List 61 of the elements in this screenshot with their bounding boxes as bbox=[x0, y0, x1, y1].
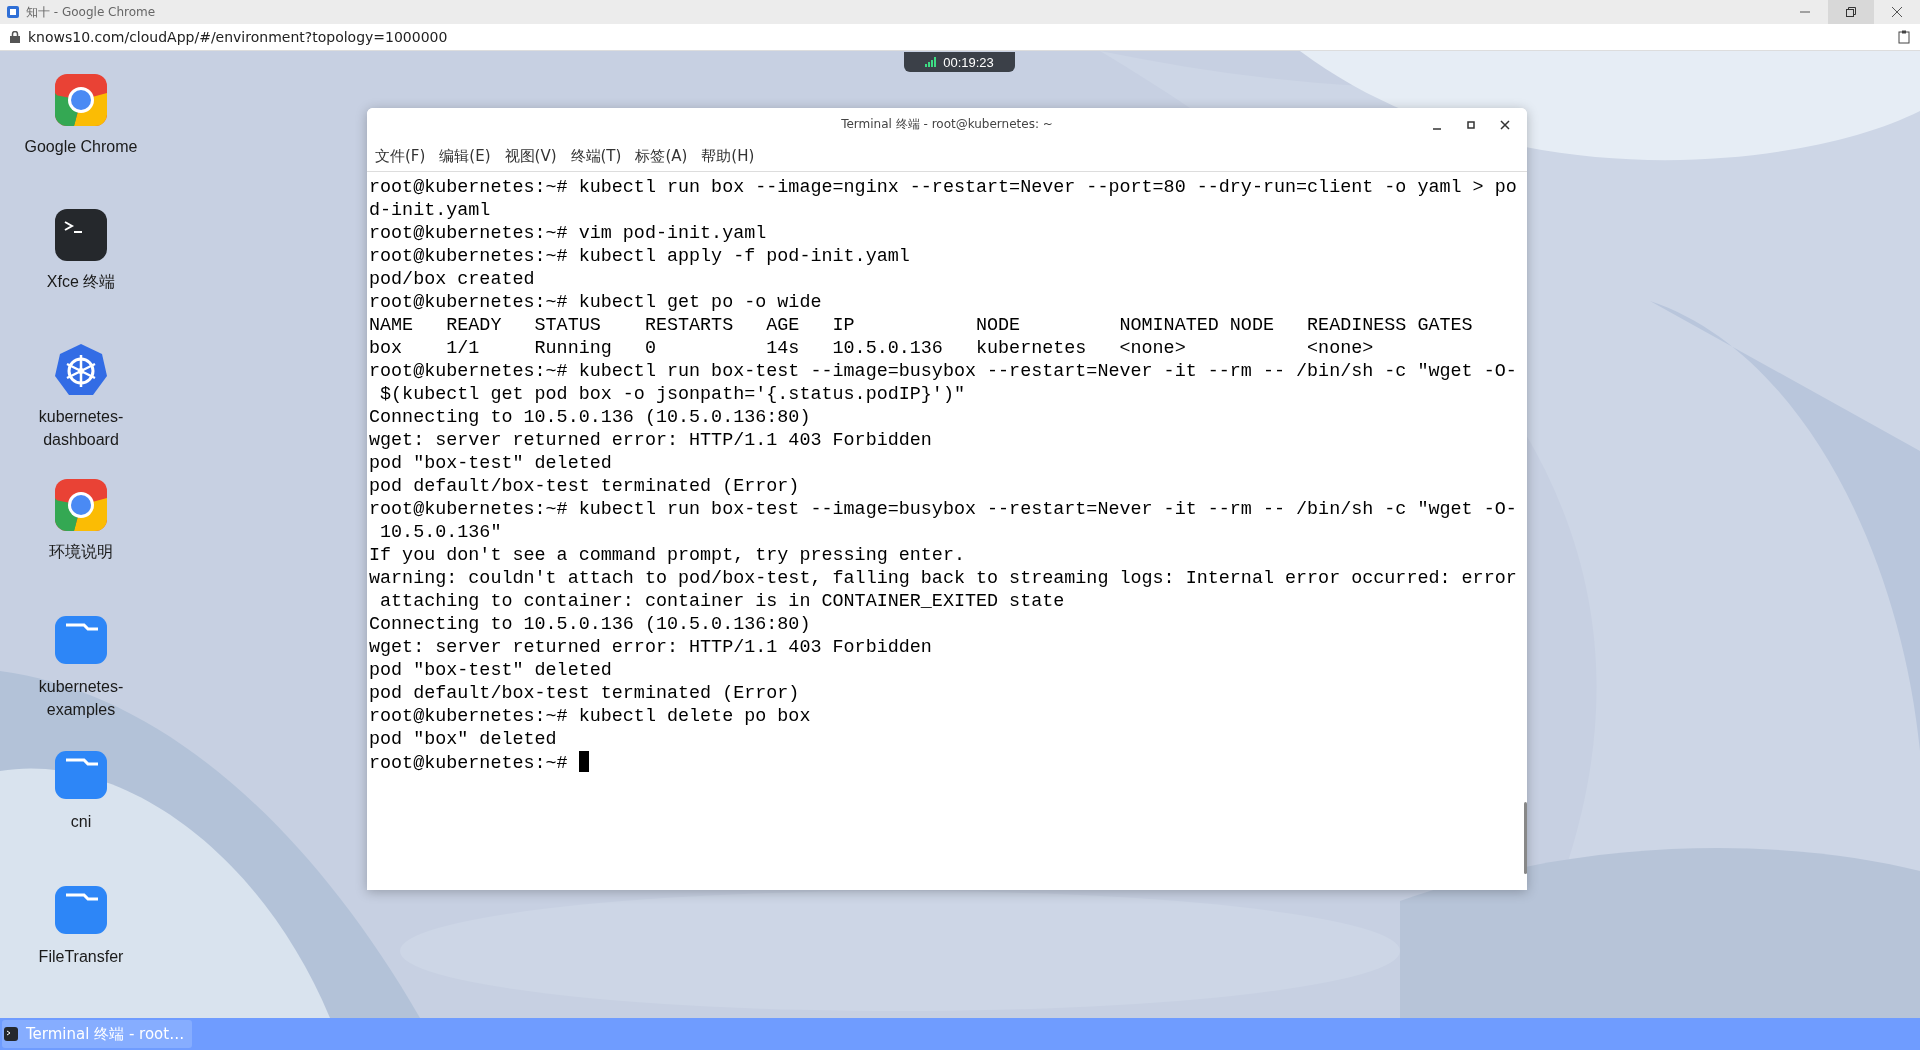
terminal-line: Connecting to 10.5.0.136 (10.5.0.136:80) bbox=[369, 614, 811, 635]
browser-icon[interactable] bbox=[54, 73, 108, 127]
terminal-line: warning: couldn't attach to pod/box-test, falling back to streaming logs: Internal error occurred: error bbox=[369, 568, 1517, 589]
menu-item[interactable]: 标签(A) bbox=[635, 146, 688, 166]
terminal-line: d-init.yaml bbox=[369, 200, 491, 221]
terminal-icon[interactable] bbox=[54, 208, 108, 262]
terminal-line: root@kubernetes:~# kubectl run box-test --image=busybox --restart=Never -it --rm -- /bin/sh -c "wget -O- bbox=[369, 499, 1517, 520]
site-icon bbox=[6, 5, 20, 19]
terminal-line: attaching to container: container is in CONTAINER_EXITED state bbox=[379, 591, 1065, 612]
folder-icon[interactable] bbox=[54, 748, 108, 802]
window-title: Terminal 终端 - root@kubernetes: ~ bbox=[841, 116, 1053, 133]
terminal-line: wget: server returned error: HTTP/1.1 403 Forbidden bbox=[369, 430, 932, 451]
folder-icon[interactable] bbox=[54, 613, 108, 667]
scrollbar-thumb[interactable] bbox=[1523, 802, 1527, 874]
menu-item[interactable]: 帮助(H) bbox=[701, 146, 755, 166]
icon-label[interactable]: 环境说明 bbox=[16, 540, 146, 563]
terminal-line: box 1/1 Running 0 14s 10.5.0.136 kubernetes <none> <none> bbox=[369, 338, 1374, 359]
menu-item[interactable]: 文件(F) bbox=[375, 146, 426, 166]
browser-title: 知十 - Google Chrome bbox=[26, 3, 157, 21]
minimize-icon bbox=[1432, 128, 1442, 130]
signal-icon bbox=[925, 57, 938, 67]
terminal-line: root@kubernetes:~# kubectl run box-test --image=busybox --restart=Never -it --rm -- /bin/sh -c "wget -O- bbox=[369, 361, 1517, 382]
terminal-line: pod "box-test" deleted bbox=[369, 453, 612, 474]
terminal-line: 10.5.0.136" bbox=[379, 522, 502, 543]
terminal-line: wget: server returned error: HTTP/1.1 403 Forbidden bbox=[369, 637, 932, 658]
timer-text: 00:19:23 bbox=[943, 54, 994, 70]
menu-item[interactable]: 视图(V) bbox=[504, 146, 557, 166]
terminal-line: root@kubernetes:~# bbox=[369, 753, 568, 774]
icon-label[interactable]: Google Chrome bbox=[16, 135, 146, 158]
folder-icon[interactable] bbox=[54, 883, 108, 937]
helm-wheel-icon[interactable] bbox=[54, 343, 108, 397]
terminal-icon bbox=[4, 1027, 18, 1041]
terminal-line: pod "box" deleted bbox=[369, 729, 557, 750]
terminal-line: pod/box created bbox=[369, 269, 535, 290]
menu-item[interactable]: 编辑(E) bbox=[439, 146, 491, 166]
close-icon bbox=[1892, 7, 1902, 17]
terminal-line: pod default/box-test terminated (Error) bbox=[369, 476, 800, 497]
lock-icon bbox=[10, 31, 20, 43]
terminal-line: root@kubernetes:~# kubectl run box --image=nginx --restart=Never --port=80 --dry-run=client -o yaml > po bbox=[369, 177, 1517, 198]
restore-button[interactable] bbox=[1828, 0, 1874, 24]
close-icon bbox=[1500, 120, 1510, 130]
icon-label[interactable]: FileTransfer bbox=[16, 945, 146, 968]
terminal-line: $(kubectl get pod box -o jsonpath='{.status.podIP}')" bbox=[379, 384, 965, 405]
restore-icon bbox=[1846, 7, 1856, 17]
terminal-line: Connecting to 10.5.0.136 (10.5.0.136:80) bbox=[369, 407, 811, 428]
icon-label[interactable]: kubernetes-examples bbox=[16, 675, 146, 721]
terminal-line: root@kubernetes:~# kubectl get po -o wide bbox=[369, 292, 822, 313]
icon-label[interactable]: cni bbox=[16, 810, 146, 833]
terminal-line: NAME READY STATUS RESTARTS AGE IP NODE NOMINATED NODE READINESS GATES bbox=[369, 315, 1473, 336]
terminal-line: pod "box-test" deleted bbox=[369, 660, 612, 681]
icon-label[interactable]: Xfce 终端 bbox=[16, 270, 146, 293]
menu-item[interactable]: 终端(T) bbox=[570, 146, 622, 166]
maximize-icon bbox=[1466, 120, 1476, 130]
clipboard-icon[interactable] bbox=[1898, 30, 1910, 44]
terminal-line: If you don't see a command prompt, try pressing enter. bbox=[369, 545, 965, 566]
terminal-line: root@kubernetes:~# vim pod-init.yaml bbox=[369, 223, 767, 244]
terminal-line: pod default/box-test terminated (Error) bbox=[369, 683, 800, 704]
terminal-line: root@kubernetes:~# kubectl apply -f pod-init.yaml bbox=[369, 246, 910, 267]
browser-icon[interactable] bbox=[54, 478, 108, 532]
terminal-line: root@kubernetes:~# kubectl delete po box bbox=[369, 706, 811, 727]
icon-label[interactable]: kubernetes-dashboard bbox=[16, 405, 146, 451]
